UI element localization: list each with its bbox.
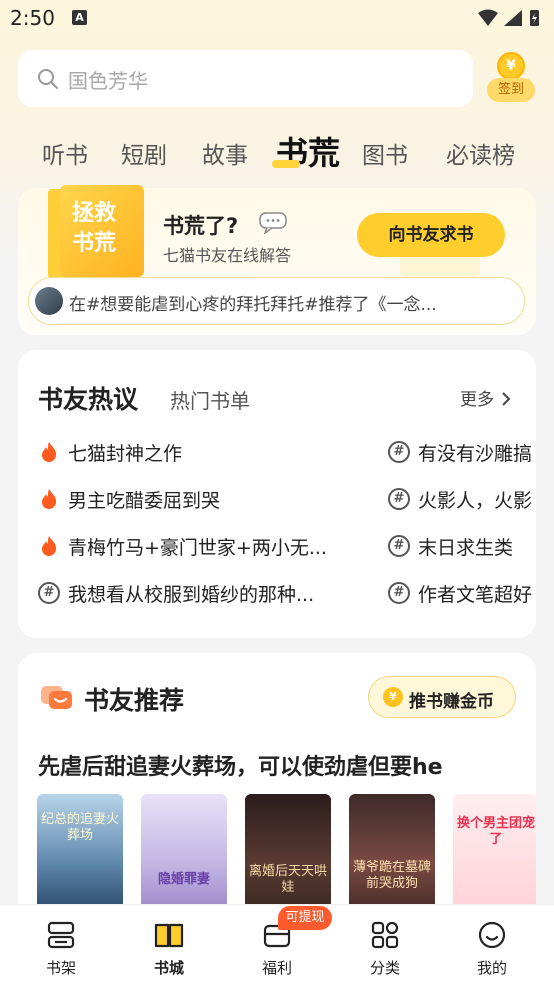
tab-books[interactable]: 图书 [362,136,408,170]
bookshelf-icon [47,921,75,949]
chevron-right-icon [502,392,511,406]
fire-icon [42,536,57,556]
recommend-card: 书友推荐 ¥ 推书赚金币 先虐后甜追妻火葬场，可以使劲虐但要he 纪总的追妻火葬… [18,653,536,913]
status-bar: 2:50 A [0,0,554,38]
recommend-title: 书友推荐 [84,686,185,715]
discussion-item[interactable]: 青梅竹马+豪门世家+两小无... [68,533,358,560]
earn-coins-label: 推书赚金币 [409,692,494,712]
active-tab-indicator [272,160,300,168]
tab-short-drama[interactable]: 短剧 [121,136,167,170]
shortage-title: 书荒了? [163,214,239,238]
discussion-item[interactable]: 有没有沙雕搞 [418,439,536,466]
wifi-icon [478,9,498,26]
book-cover-title: 离婚后天天哄娃 [249,864,328,895]
more-link[interactable]: 更多 [460,385,511,410]
rescue-book-text: 拯救书荒 [71,201,116,256]
discussion-item[interactable]: 我想看从校服到婚纱的那种... [68,580,358,607]
chat-bubble-icon [259,212,287,234]
hash-icon: # [388,582,410,604]
bottom-nav: 书架 书城 福利 分类 我的 [0,904,554,986]
discussion-item[interactable]: 火影人，火影 [418,486,536,513]
fire-icon [42,442,57,462]
discussion-item[interactable]: 七猫封神之作 [68,439,358,466]
nav-bookshelf[interactable]: 书架 [11,905,111,986]
grid-icon [371,921,399,949]
discussion-item[interactable]: 男主吃醋委屈到哭 [68,486,358,513]
coin-icon: ¥ [497,52,525,80]
fire-icon [42,489,57,509]
shortage-subtitle: 七猫书友在线解答 [163,246,292,265]
category-tabs: 听书 短剧 故事 书荒 图书 必读榜 [0,126,554,176]
rescue-book-icon: 拯救书荒 [48,185,144,281]
open-book-icon [154,923,184,948]
tab-audiobook[interactable]: 听书 [42,136,88,170]
withdraw-badge: 可提现 [278,906,332,930]
discussion-item[interactable]: 末日求生类 [418,533,536,560]
hash-icon: # [38,582,60,604]
nav-label: 福利 [261,959,292,977]
search-placeholder: 国色芳华 [68,69,148,93]
hash-icon: # [388,441,410,463]
book-cover[interactable]: 离婚后天天哄娃 [245,794,331,909]
nav-label: 分类 [369,959,400,977]
nav-profile[interactable]: 我的 [442,905,542,986]
book-cover[interactable]: 换个男主团宠了 [453,794,536,909]
search-bar[interactable]: 国色芳华 [18,50,473,107]
earn-coins-button[interactable]: ¥ 推书赚金币 [368,676,516,718]
more-label: 更多 [460,390,494,410]
book-cover-title: 薄爷跪在墓碑前哭成狗 [353,860,432,891]
smiley-icon [478,921,506,949]
book-shortage-card: 拯救书荒 书荒了? 七猫书友在线解答 向书友求书 在#想要能虐到心疼的拜托拜托#… [18,185,536,335]
notification-a-icon: A [72,10,87,25]
avatar [35,287,63,315]
nav-label: 书城 [153,959,184,977]
nav-bookstore[interactable]: 书城 [119,905,219,986]
discussion-title[interactable]: 书友热议 [38,380,138,416]
chat-recommend-icon [41,686,72,709]
ticker-text: 在#想要能虐到心疼的拜托拜托#推荐了《一念... [69,295,437,315]
tab-must-read[interactable]: 必读榜 [446,136,515,170]
discussion-item[interactable]: 作者文笔超好 [418,580,536,607]
hot-discussion-card: 书友热议 热门书单 更多 七猫封神之作 男主吃醋委屈到哭 青梅竹马+豪门世家+两… [18,350,536,638]
hot-booklist-tab[interactable]: 热门书单 [170,385,250,414]
book-cover-title: 换个男主团宠了 [457,816,536,847]
book-cover[interactable]: 薄爷跪在墓碑前哭成狗 [349,794,435,909]
tab-stories[interactable]: 故事 [202,136,248,170]
coin-icon: ¥ [383,687,403,707]
hash-icon: # [388,535,410,557]
signin-label: 签到 [487,78,535,102]
book-cover[interactable]: 纪总的追妻火葬场 [37,794,123,909]
ask-friends-button[interactable]: 向书友求书 [357,213,505,257]
search-icon [38,69,58,89]
recommendation-ticker[interactable]: 在#想要能虐到心疼的拜托拜托#推荐了《一念... [28,277,525,325]
hash-icon: # [388,488,410,510]
signin-button[interactable]: ¥ 签到 [485,52,537,104]
status-time: 2:50 [10,6,55,30]
book-cover[interactable]: 隐婚罪妻 [141,794,227,909]
book-cover-title: 纪总的追妻火葬场 [41,812,120,843]
status-icons [478,9,539,26]
book-cover-title: 隐婚罪妻 [157,872,210,887]
booklist-title[interactable]: 先虐后甜追妻火葬场，可以使劲虐但要he [38,749,443,781]
nav-label: 我的 [476,959,507,977]
signal-icon [504,10,522,26]
nav-label: 书架 [45,959,76,977]
nav-category[interactable]: 分类 [335,905,435,986]
